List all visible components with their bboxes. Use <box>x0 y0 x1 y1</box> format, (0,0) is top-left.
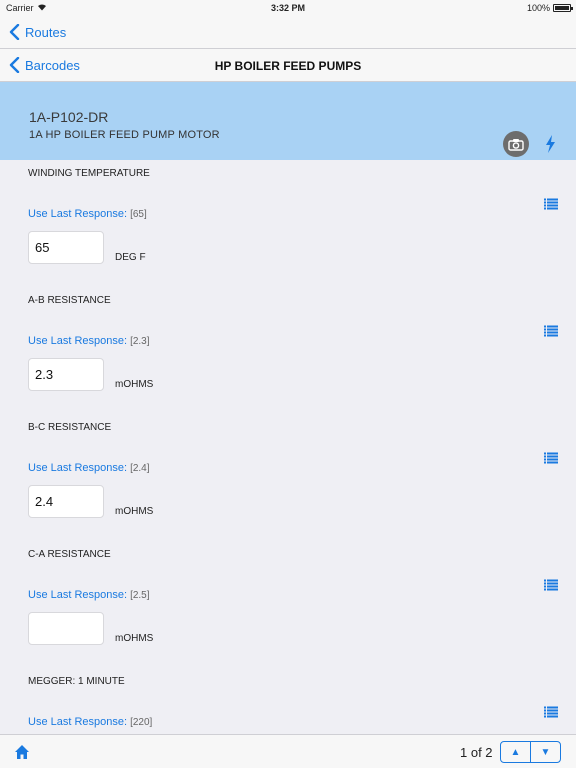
battery-percent: 100% <box>526 3 550 13</box>
last-response-value: [2.3] <box>130 336 150 347</box>
last-response-value: [2.4] <box>130 463 150 474</box>
lightning-bolt-icon[interactable] <box>543 134 557 154</box>
page-navigation: ▲ ▼ <box>500 741 561 763</box>
reading-label: C-A RESISTANCE <box>28 549 111 560</box>
reading-value-input[interactable] <box>28 485 104 518</box>
barcodes-nav-bar: Barcodes HP BOILER FEED PUMPS <box>0 49 576 82</box>
asset-description: 1A HP BOILER FEED PUMP MOTOR <box>29 129 220 141</box>
list-icon[interactable] <box>544 198 558 210</box>
last-response-value: [65] <box>130 209 147 220</box>
use-last-response-link[interactable]: Use Last Response: <box>28 208 127 220</box>
reading-unit: mOHMS <box>115 633 154 644</box>
camera-button[interactable] <box>503 131 529 157</box>
home-icon[interactable] <box>14 744 30 760</box>
last-response-value: [220] <box>130 717 153 728</box>
reading-value-input[interactable] <box>28 231 104 264</box>
use-last-response-link[interactable]: Use Last Response: <box>28 589 127 601</box>
reading-value-input[interactable] <box>28 358 104 391</box>
previous-page-button[interactable]: ▲ <box>501 742 530 762</box>
reading-c-a-resistance: C-A RESISTANCE Use Last Response: [2.5] m… <box>0 541 576 668</box>
asset-id: 1A-P102-DR <box>29 109 109 125</box>
page-indicator: 1 of 2 <box>460 745 493 760</box>
bottom-toolbar: 1 of 2 ▲ ▼ <box>0 734 576 768</box>
status-time: 3:32 PM <box>270 3 305 13</box>
asset-header: 1A-P102-DR 1A HP BOILER FEED PUMP MOTOR <box>0 82 576 160</box>
page-title: HP BOILER FEED PUMPS <box>214 59 362 73</box>
reading-label: MEGGER: 1 MINUTE <box>28 676 125 687</box>
routes-back-label: Routes <box>25 24 67 40</box>
reading-b-c-resistance: B-C RESISTANCE Use Last Response:[2.4] m… <box>0 414 576 541</box>
list-icon[interactable] <box>544 325 558 337</box>
last-response-value: [2.5] <box>130 590 150 601</box>
last-response: Use Last Response: [2.3] <box>28 335 150 347</box>
use-last-response-link[interactable]: Use Last Response: <box>28 716 127 728</box>
last-response: Use Last Response: [220] <box>28 716 152 728</box>
last-response: Use Last Response: [2.5] <box>28 589 150 601</box>
chevron-left-icon <box>9 24 20 40</box>
reading-label: WINDING TEMPERATURE <box>28 168 150 179</box>
list-icon[interactable] <box>544 579 558 591</box>
reading-a-b-resistance: A-B RESISTANCE Use Last Response:[2.3] m… <box>0 287 576 414</box>
reading-value-input[interactable] <box>28 612 104 645</box>
routes-nav-bar: Routes <box>0 16 576 49</box>
battery-fill <box>555 6 569 10</box>
list-icon[interactable] <box>544 706 558 718</box>
list-icon[interactable] <box>544 452 558 464</box>
status-bar: Carrier 3:32 PM 100% <box>0 0 576 16</box>
next-page-button[interactable]: ▼ <box>530 742 560 762</box>
use-last-response-link[interactable]: Use Last Response: <box>28 335 127 347</box>
reading-label: A-B RESISTANCE <box>28 295 111 306</box>
last-response: Use Last Response: [65] <box>28 208 147 220</box>
camera-icon <box>508 138 524 151</box>
reading-unit: DEG F <box>115 252 146 263</box>
reading-unit: mOHMS <box>115 506 154 517</box>
routes-back-button[interactable]: Routes <box>8 24 66 40</box>
last-response: Use Last Response: [2.4] <box>28 462 150 474</box>
reading-unit: mOHMS <box>115 379 154 390</box>
reading-megger-1-minute: MEGGER: 1 MINUTE Use Last Response: [220] <box>0 668 576 734</box>
use-last-response-link[interactable]: Use Last Response: <box>28 462 127 474</box>
reading-label: B-C RESISTANCE <box>28 422 112 433</box>
readings-list: WINDING TEMPERATURE Use Last Response: [6… <box>0 160 576 734</box>
reading-winding-temperature: WINDING TEMPERATURE Use Last Response: [6… <box>0 160 576 287</box>
battery-icon <box>553 4 573 12</box>
